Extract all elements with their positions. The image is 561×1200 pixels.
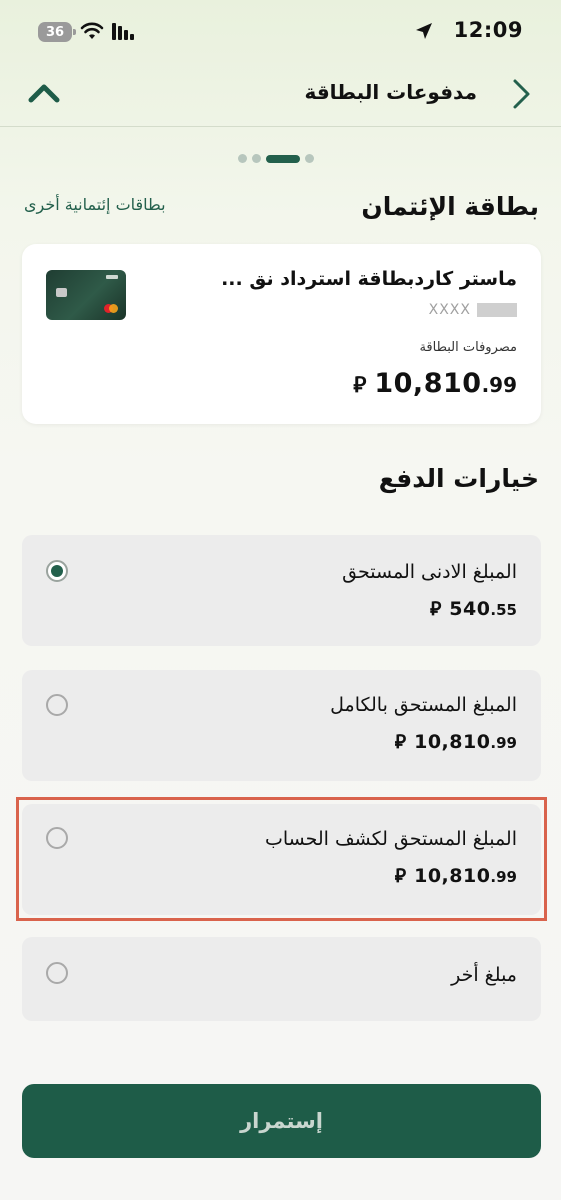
option-label: المبلغ الادنى المستحق	[342, 561, 517, 583]
option-label: مبلغ أخر	[451, 964, 517, 986]
mastercard-logo-icon	[104, 304, 118, 313]
continue-button[interactable]: إستمرار	[22, 1084, 541, 1158]
page-title: مدفوعات البطاقة	[304, 80, 477, 104]
carousel-pager	[238, 154, 314, 163]
riyal-icon: ⃁	[353, 373, 367, 398]
amount-decimal: .99	[481, 373, 517, 397]
card-name: ماستر كاردبطاقة استرداد نق ...	[221, 268, 517, 290]
battery-level: 36	[45, 24, 65, 40]
payment-option-full[interactable]: المبلغ المستحق بالكامل ⃁ 10,810 .99	[22, 670, 541, 781]
amount-integer: 10,810	[374, 368, 482, 399]
payment-option-other[interactable]: مبلغ أخر	[22, 937, 541, 1021]
option-label: المبلغ المستحق بالكامل	[330, 694, 517, 716]
signal-icon	[112, 23, 134, 40]
back-chevron-icon[interactable]	[505, 74, 539, 114]
wifi-icon	[80, 22, 104, 39]
bottom-safe-area	[0, 1170, 561, 1200]
other-cards-link[interactable]: بطاقات إئتمانية أخرى	[24, 195, 166, 214]
radio-unselected[interactable]	[46, 962, 68, 984]
payment-options-title: خيارات الدفع	[378, 464, 539, 493]
amount-integer: 540	[449, 598, 491, 620]
card-mask-redaction	[477, 303, 517, 317]
card-mask-text: XXXX	[428, 302, 471, 318]
option-amount: ⃁ 540 .55	[430, 597, 517, 621]
credit-card-section-title: بطاقة الإئتمان	[361, 192, 539, 221]
radio-selected[interactable]	[46, 560, 68, 582]
card-spend-amount: ⃁ 10,810 .99	[353, 368, 517, 399]
status-bar: 36 12:09	[0, 0, 561, 62]
radio-unselected[interactable]	[46, 694, 68, 716]
battery-icon: 36	[38, 22, 76, 42]
header: مدفوعات البطاقة	[0, 62, 561, 127]
chevron-up-icon[interactable]	[26, 78, 62, 108]
highlight-box	[16, 797, 547, 921]
credit-card-summary[interactable]: ماستر كاردبطاقة استرداد نق ... XXXX مصرو…	[22, 244, 541, 424]
pager-dot[interactable]	[238, 154, 247, 163]
card-number-masked: XXXX	[429, 302, 517, 318]
riyal-icon: ⃁	[429, 598, 442, 620]
payment-option-minimum[interactable]: المبلغ الادنى المستحق ⃁ 540 .55	[22, 535, 541, 646]
amount-decimal: .55	[490, 601, 517, 619]
amount-decimal: .99	[490, 734, 517, 752]
pager-dot-active[interactable]	[266, 154, 300, 163]
amount-integer: 10,810	[414, 731, 491, 753]
riyal-icon: ⃁	[394, 731, 407, 753]
pager-dot[interactable]	[305, 154, 314, 163]
bank-logo-icon	[106, 275, 118, 279]
card-chip-icon	[56, 288, 67, 297]
status-time: 12:09	[453, 18, 523, 42]
pager-dot[interactable]	[252, 154, 261, 163]
location-arrow-icon	[416, 23, 432, 39]
card-spend-label: مصروفات البطاقة	[419, 340, 517, 355]
option-amount: ⃁ 10,810 .99	[395, 730, 517, 754]
credit-card-image	[46, 270, 126, 320]
